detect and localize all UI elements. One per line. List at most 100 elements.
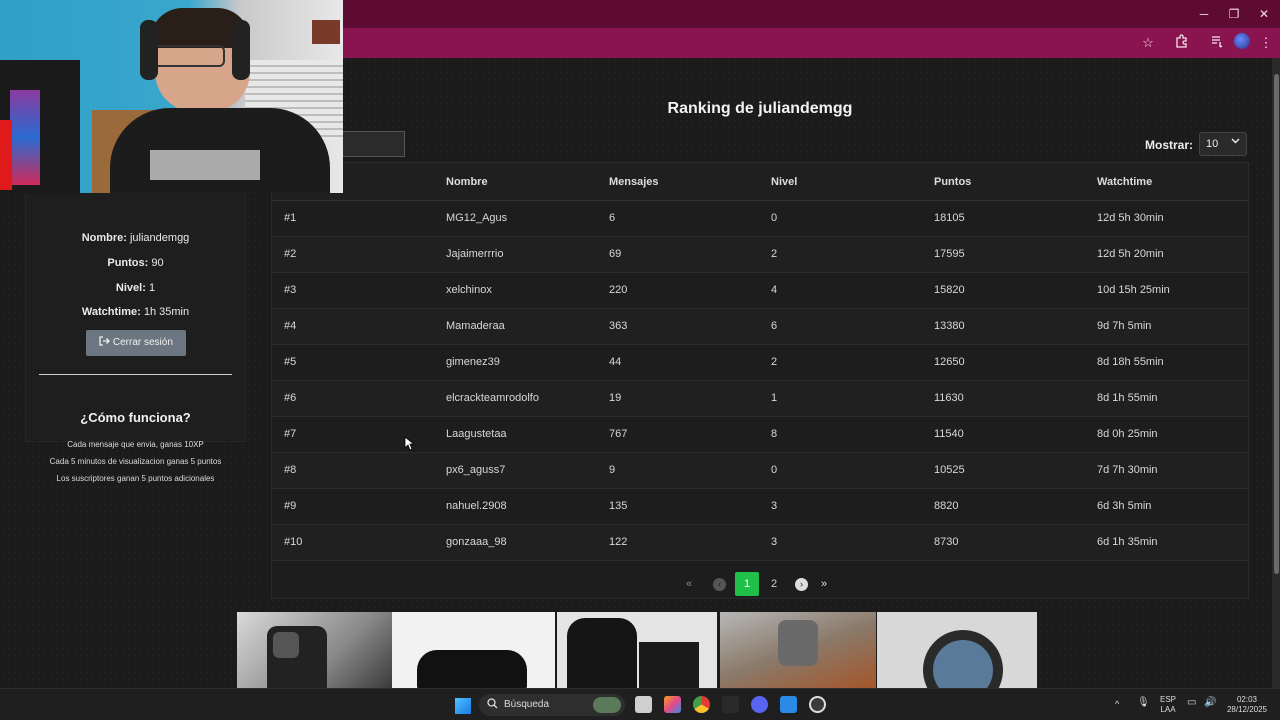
table-row: #9 nahuel.2908 135 3 8820 6d 3h 5min — [272, 489, 1248, 525]
column-header-messages[interactable]: Mensajes — [609, 176, 659, 188]
watchtime-cell: 12d 5h 30min — [1097, 212, 1164, 224]
profile-points: Puntos: 90 — [0, 257, 271, 269]
level-cell: 2 — [771, 356, 778, 368]
table-header: Nombre Mensajes Nivel Puntos Watchtime — [272, 163, 1248, 201]
messages-cell: 122 — [609, 536, 628, 548]
show-entries-select[interactable]: 10 — [1199, 132, 1247, 156]
rank-cell: #10 — [284, 536, 303, 548]
last-page-button[interactable]: » — [821, 572, 827, 596]
column-header-level[interactable]: Nivel — [771, 176, 797, 188]
language-indicator[interactable]: ESP LAA — [1160, 695, 1176, 715]
profile-watchtime-label: Watchtime: — [81, 306, 141, 318]
close-button[interactable]: ✕ — [1256, 6, 1272, 22]
profile-watchtime: Watchtime: 1h 35min — [0, 306, 271, 318]
show-entries-label: Mostrar: — [1145, 138, 1194, 152]
profile-points-value: 90 — [151, 257, 164, 269]
taskbar-search[interactable]: Búsqueda — [479, 694, 625, 716]
clock-time: 02:03 — [1236, 695, 1258, 704]
task-view-icon[interactable] — [635, 696, 652, 713]
search-placeholder: Búsqueda — [504, 699, 550, 710]
name-cell: Laagustetaa — [446, 428, 507, 440]
level-cell: 0 — [771, 212, 778, 224]
webcam-overlay — [0, 0, 343, 193]
volume-icon[interactable]: 🔊 — [1204, 698, 1216, 708]
app-icon[interactable] — [722, 696, 739, 713]
name-cell: xelchinox — [446, 284, 492, 296]
points-cell: 11630 — [934, 392, 964, 404]
profile-points-label: Puntos: — [107, 257, 149, 269]
network-icon[interactable]: ▭ — [1187, 698, 1196, 708]
search-input[interactable] — [343, 131, 405, 157]
level-cell: 4 — [771, 284, 778, 296]
hoodie-image[interactable] — [557, 612, 717, 688]
page-1-button[interactable]: 1 — [735, 572, 759, 596]
column-header-points[interactable]: Puntos — [934, 176, 971, 188]
name-cell: gimenez39 — [446, 356, 500, 368]
browser-menu-icon[interactable]: ⋮ — [1257, 34, 1275, 52]
messages-cell: 135 — [609, 500, 628, 512]
prev-page-button[interactable]: ‹ — [713, 578, 726, 591]
level-cell: 6 — [771, 320, 778, 332]
table-row: #2 Jajaimerrrio 69 2 17595 12d 5h 20min — [272, 237, 1248, 273]
maximize-button[interactable]: ❐ — [1226, 6, 1242, 22]
smartwatch-image[interactable] — [877, 612, 1037, 688]
profile-name-value: juliandemgg — [129, 232, 190, 244]
table-row: #8 px6_aguss7 9 0 10525 7d 7h 30min — [272, 453, 1248, 489]
first-page-button[interactable]: « — [686, 572, 692, 596]
table-row: #5 gimenez39 44 2 12650 8d 18h 55min — [272, 345, 1248, 381]
search-highlight-icon — [593, 697, 621, 713]
page-2-button[interactable]: 2 — [762, 572, 786, 596]
extensions-icon[interactable] — [1173, 34, 1191, 52]
rank-cell: #6 — [284, 392, 297, 404]
logout-button[interactable]: Cerrar sesión — [86, 330, 186, 356]
media-controls-icon[interactable] — [1208, 34, 1226, 52]
tray-chevron-icon[interactable]: ^ — [1115, 699, 1119, 709]
bookmark-star-icon[interactable]: ☆ — [1139, 34, 1157, 52]
watchtime-cell: 6d 1h 35min — [1097, 536, 1158, 548]
promo-banner[interactable] — [237, 612, 1037, 688]
table-row: #10 gonzaaa_98 122 3 8730 6d 1h 35min — [272, 525, 1248, 561]
chrome-icon[interactable] — [693, 696, 710, 713]
start-icon[interactable] — [455, 698, 471, 714]
watchtime-cell: 12d 5h 20min — [1097, 248, 1164, 260]
points-cell: 18105 — [934, 212, 965, 224]
chevron-down-icon — [1231, 136, 1240, 148]
phone-case-image[interactable] — [237, 612, 392, 688]
rank-cell: #8 — [284, 464, 297, 476]
table-row: #1 MG12_Agus 6 0 18105 12d 5h 30min — [272, 201, 1248, 237]
profile-level-label: Nivel: — [115, 282, 146, 294]
ranking-table: Nombre Mensajes Nivel Puntos Watchtime #… — [271, 162, 1249, 599]
microphone-icon[interactable]: 🎙 — [1137, 698, 1150, 708]
points-cell: 11540 — [934, 428, 964, 440]
next-page-button[interactable]: › — [795, 578, 808, 591]
messages-cell: 363 — [609, 320, 628, 332]
clock[interactable]: 02:03 28/12/2025 — [1222, 695, 1272, 715]
watchtime-cell: 10d 15h 25min — [1097, 284, 1170, 296]
obs-icon[interactable] — [809, 696, 826, 713]
rusty-case-image[interactable] — [720, 612, 876, 688]
points-cell: 10525 — [934, 464, 965, 476]
rank-cell: #3 — [284, 284, 297, 296]
sneakers-image[interactable] — [392, 612, 555, 688]
profile-name-label: Nombre: — [81, 232, 127, 244]
level-cell: 8 — [771, 428, 778, 440]
points-cell: 15820 — [934, 284, 965, 296]
name-cell: px6_aguss7 — [446, 464, 506, 476]
column-header-name[interactable]: Nombre — [446, 176, 488, 188]
name-cell: gonzaaa_98 — [446, 536, 507, 548]
pagination: « ‹ 1 2 › » — [272, 563, 1248, 597]
rank-cell: #4 — [284, 320, 297, 332]
editor-icon[interactable] — [780, 696, 797, 713]
copilot-icon[interactable] — [664, 696, 681, 713]
discord-icon[interactable] — [751, 696, 768, 713]
minimize-button[interactable]: ─ — [1196, 6, 1212, 22]
rank-cell: #7 — [284, 428, 297, 440]
divider — [39, 374, 232, 375]
points-cell: 17595 — [934, 248, 965, 260]
mouse-cursor-icon — [404, 436, 414, 451]
profile-avatar-icon[interactable] — [1234, 33, 1250, 49]
scrollbar-thumb[interactable] — [1274, 74, 1279, 574]
points-cell: 12650 — [934, 356, 965, 368]
name-cell: Jajaimerrrio — [446, 248, 504, 260]
column-header-watchtime[interactable]: Watchtime — [1097, 176, 1152, 188]
